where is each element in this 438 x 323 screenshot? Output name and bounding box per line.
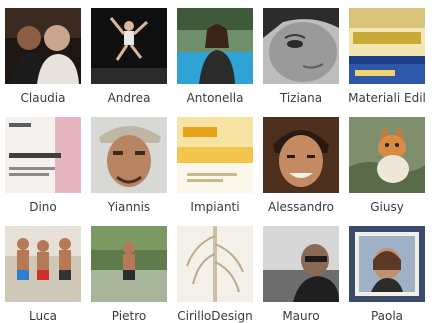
photo-design-lamp	[177, 226, 253, 302]
friend-photo-impianti[interactable]	[177, 117, 253, 193]
friend-name[interactable]: Alessandro	[258, 200, 344, 214]
photo-woman-pool	[177, 8, 253, 84]
friend-name[interactable]: Materiali Edil	[344, 91, 430, 105]
friend-name[interactable]: CirilloDesign	[172, 309, 258, 323]
friend-photo-paola[interactable]	[349, 226, 425, 302]
photo-company-card	[177, 117, 253, 193]
friend-photo-yiannis[interactable]	[91, 117, 167, 193]
friend-photo-luca[interactable]	[5, 226, 81, 302]
photo-two-people-dark	[5, 8, 81, 84]
friend-photo-claudia[interactable]	[5, 8, 81, 84]
friend-name[interactable]: Tiziana	[258, 91, 344, 105]
friend-name[interactable]: Luca	[0, 309, 86, 323]
friends-grid: Claudia Andrea Antonella Tiziana Materia…	[0, 0, 438, 323]
photo-man-river	[91, 226, 167, 302]
friend-photo-andrea[interactable]	[91, 8, 167, 84]
friend-photo-mauro[interactable]	[263, 226, 339, 302]
friend-name[interactable]: Claudia	[0, 91, 86, 105]
friend-photo-giusy[interactable]	[349, 117, 425, 193]
photo-architecture-card	[5, 117, 81, 193]
photo-man-smiling	[263, 117, 339, 193]
photo-people-beach	[5, 226, 81, 302]
friend-photo-alessandro[interactable]	[263, 117, 339, 193]
photo-shop-sign	[349, 8, 425, 84]
photo-person-jumping	[91, 8, 167, 84]
friend-name[interactable]: Giusy	[344, 200, 430, 214]
friend-photo-tiziana[interactable]	[263, 8, 339, 84]
friend-photo-materiali-edil[interactable]	[349, 8, 425, 84]
friend-name[interactable]: Yiannis	[86, 200, 172, 214]
friend-photo-pietro[interactable]	[91, 226, 167, 302]
friend-name[interactable]: Mauro	[258, 309, 344, 323]
friend-name[interactable]: Paola	[344, 309, 430, 323]
photo-man-sunglasses	[263, 226, 339, 302]
friend-name[interactable]: Antonella	[172, 91, 258, 105]
photo-man-cap	[91, 117, 167, 193]
photo-cat	[349, 117, 425, 193]
friend-photo-dino[interactable]	[5, 117, 81, 193]
photo-woman-frame	[349, 226, 425, 302]
friend-photo-cirillodesign[interactable]	[177, 226, 253, 302]
friend-name[interactable]: Dino	[0, 200, 86, 214]
friend-name[interactable]: Andrea	[86, 91, 172, 105]
friend-photo-antonella[interactable]	[177, 8, 253, 84]
photo-face-closeup-bw	[263, 8, 339, 84]
friend-name[interactable]: Impianti	[172, 200, 258, 214]
friend-name[interactable]: Pietro	[86, 309, 172, 323]
